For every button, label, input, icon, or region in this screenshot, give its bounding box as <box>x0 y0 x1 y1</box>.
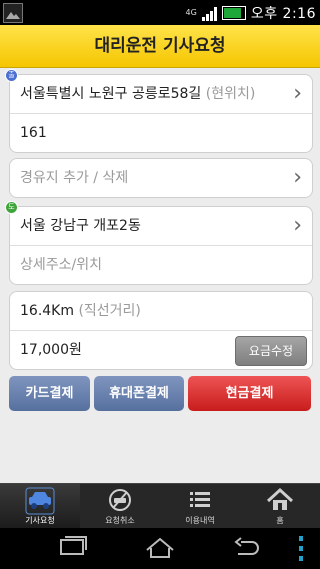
destination-marker-icon: 도 <box>6 202 17 213</box>
card-payment-button[interactable]: 카드결제 <box>9 376 90 411</box>
battery-icon <box>221 6 246 20</box>
phone-payment-button[interactable]: 휴대폰결제 <box>94 376 184 411</box>
status-clock: 오후 2:16 <box>250 6 316 22</box>
cash-payment-button[interactable]: 현금결제 <box>188 376 311 411</box>
tab-cancel-request[interactable]: 요청취소 <box>80 484 160 529</box>
origin-marker-icon: 출 <box>6 70 17 81</box>
waypoint-label: 경유지 추가 / 삭제 <box>20 170 129 186</box>
recent-apps-icon[interactable] <box>57 536 89 560</box>
chevron-right-icon: › <box>293 213 302 238</box>
bottom-tab-bar: 기사요청 요청취소 이용내역 홈 <box>0 483 320 529</box>
car-icon <box>25 487 55 515</box>
signal-icon <box>201 6 217 21</box>
origin-address-row[interactable]: 서울특별시 노원구 공릉로58길 (현위치) › <box>10 75 312 113</box>
origin-address: 서울특별시 노원구 공릉로58길 <box>20 86 202 102</box>
tab-usage-history[interactable]: 이용내역 <box>160 484 240 529</box>
home-nav-icon[interactable] <box>144 536 176 560</box>
distance-row: 16.4Km (직선거리) <box>10 292 312 330</box>
status-bar: 4G 오후 2:16 <box>0 0 320 25</box>
distance-note: (직선거리) <box>78 303 141 319</box>
back-nav-icon[interactable] <box>232 536 264 560</box>
distance-value: 16.4Km <box>20 303 74 319</box>
network-type: 4G <box>185 8 197 17</box>
waypoint-card: 경유지 추가 / 삭제 › <box>9 158 313 198</box>
destination-card: 서울 강남구 개포2동 › 상세주소/위치 <box>9 206 313 285</box>
fare-card: 16.4Km (직선거리) 17,000원 요금수정 <box>9 291 313 370</box>
edit-fare-button[interactable]: 요금수정 <box>235 336 307 366</box>
tab-label: 이용내역 <box>185 516 215 525</box>
fare-amount: 17,000원 <box>20 342 82 358</box>
fare-row: 17,000원 요금수정 <box>10 330 312 369</box>
destination-detail-field[interactable]: 상세주소/위치 <box>10 245 312 284</box>
menu-overflow-icon[interactable] <box>297 534 305 564</box>
page-title: 대리운전 기사요청 <box>94 36 226 56</box>
tab-driver-request[interactable]: 기사요청 <box>0 484 80 529</box>
origin-current-location-tag: (현위치) <box>205 86 256 102</box>
list-icon <box>190 492 210 507</box>
tab-label: 기사요청 <box>25 516 55 525</box>
tab-label: 홈 <box>276 516 284 525</box>
destination-address-row[interactable]: 서울 강남구 개포2동 › <box>10 207 312 245</box>
tab-home[interactable]: 홈 <box>240 484 320 529</box>
destination-address: 서울 강남구 개포2동 <box>20 218 141 234</box>
tab-label: 요청취소 <box>105 516 135 525</box>
app-header: 대리운전 기사요청 <box>0 25 320 68</box>
chevron-right-icon: › <box>293 165 302 190</box>
origin-detail-field[interactable]: 161 <box>10 113 312 152</box>
origin-card: 서울특별시 노원구 공릉로58길 (현위치) › 161 <box>9 74 313 153</box>
waypoint-row[interactable]: 경유지 추가 / 삭제 › <box>10 159 312 197</box>
chevron-right-icon: › <box>293 81 302 106</box>
system-nav-bar <box>0 528 320 569</box>
gallery-notification-icon <box>3 3 23 23</box>
cancel-car-icon <box>109 489 131 511</box>
home-icon <box>266 487 294 510</box>
